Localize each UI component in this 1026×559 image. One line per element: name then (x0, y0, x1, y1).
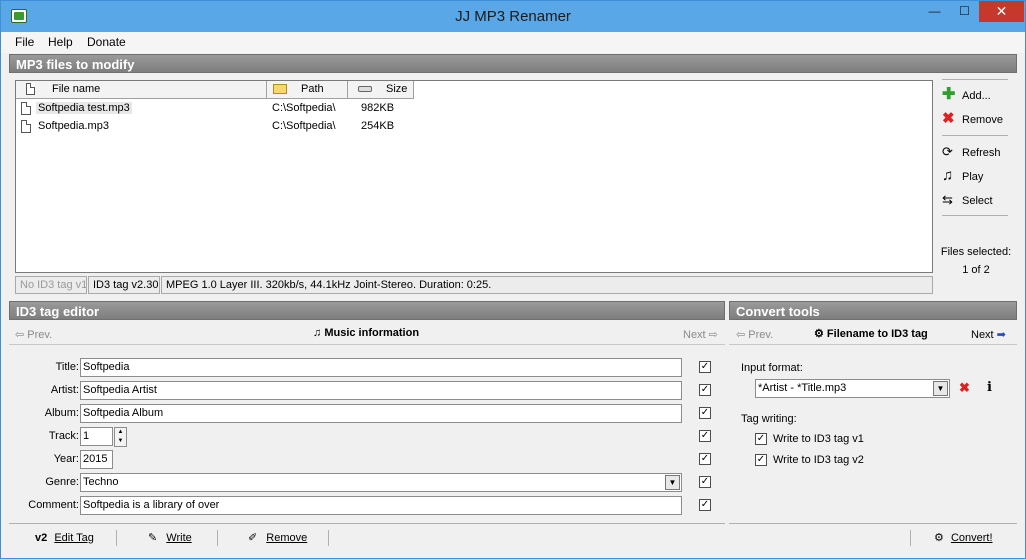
write-v2-checkbox[interactable]: ✓ (755, 454, 767, 466)
edit-tag-button[interactable]: v2 Edit Tag (35, 528, 94, 548)
year-checkbox[interactable]: ✓ (699, 453, 711, 465)
app-window: JJ MP3 Renamer — ☐ ✕ File Help Donate MP… (0, 0, 1026, 559)
divider (942, 215, 1008, 216)
select-icon: ⇆ (942, 192, 953, 207)
maximize-button[interactable]: ☐ (951, 1, 978, 22)
list-item[interactable]: Softpedia.mp3 C:\Softpedia\ 254KB (20, 119, 420, 135)
input-format-label: Input format: (741, 362, 803, 374)
divider (729, 523, 1017, 524)
genre-checkbox[interactable]: ✓ (699, 476, 711, 488)
divider (910, 530, 911, 546)
menu-donate[interactable]: Donate (87, 35, 126, 49)
id3-next-button[interactable]: Next ⇨ (683, 328, 718, 341)
id3-editor-panel: Title: Softpedia ✓ Artist: Softpedia Art… (9, 344, 725, 520)
gears-icon: ⚙ (814, 328, 827, 340)
comment-label: Comment: (28, 499, 79, 511)
year-label: Year: (53, 453, 79, 465)
clear-format-icon[interactable]: ✖ (959, 380, 970, 396)
music-info-heading: ♫ Music information (313, 327, 420, 339)
track-field[interactable]: 1 (80, 427, 113, 446)
write-v1-checkbox[interactable]: ✓ (755, 433, 767, 445)
column-header-size[interactable]: Size (348, 81, 414, 99)
id3-prev-button[interactable]: ⇦ Prev. (15, 328, 52, 341)
artist-checkbox[interactable]: ✓ (699, 384, 711, 396)
chevron-down-icon[interactable]: ▼ (933, 381, 948, 396)
write-v2-label: Write to ID3 tag v2 (773, 454, 864, 466)
write-v1-label: Write to ID3 tag v1 (773, 433, 864, 445)
year-field[interactable]: 2015 (80, 450, 113, 469)
menu-file[interactable]: File (15, 35, 34, 49)
convert-button[interactable]: ⚙ Convert! (934, 528, 993, 548)
divider (9, 523, 725, 524)
files-section-header: MP3 files to modify (9, 54, 1017, 73)
convert-mode-heading: ⚙ Filename to ID3 tag (814, 328, 928, 340)
convert-tools-header: Convert tools (729, 301, 1017, 320)
mp3-file-icon (21, 102, 31, 115)
convert-prev-button[interactable]: ⇦ Prev. (736, 328, 773, 341)
minimize-button[interactable]: — (921, 1, 948, 22)
title-field[interactable]: Softpedia (80, 358, 682, 377)
files-selected-count: 1 of 2 (962, 264, 990, 276)
file-icon (26, 83, 35, 95)
arrow-right-icon: ➡ (993, 329, 1006, 341)
window-title: JJ MP3 Renamer (455, 8, 571, 25)
file-list[interactable]: File name Path Size Softpedia test.mp3 C… (15, 80, 933, 273)
track-stepper[interactable]: ▲ ▼ (114, 427, 127, 447)
title-checkbox[interactable]: ✓ (699, 361, 711, 373)
divider (328, 530, 329, 546)
mp3-file-icon (21, 120, 31, 133)
tag-writing-label: Tag writing: (741, 413, 797, 425)
close-button[interactable]: ✕ (979, 1, 1024, 22)
comment-checkbox[interactable]: ✓ (699, 499, 711, 511)
id3-editor-header: ID3 tag editor (9, 301, 725, 320)
list-item[interactable]: Softpedia test.mp3 C:\Softpedia\ 982KB (20, 101, 420, 117)
column-header-path[interactable]: Path (267, 81, 348, 99)
disk-icon (358, 86, 372, 92)
write-button[interactable]: ✎ Write (148, 528, 192, 548)
arrow-right-icon: ⇨ (705, 329, 718, 341)
album-checkbox[interactable]: ✓ (699, 407, 711, 419)
artist-field[interactable]: Softpedia Artist (80, 381, 682, 400)
divider (217, 530, 218, 546)
gears-icon: ⚙ (934, 532, 944, 544)
info-icon[interactable]: i (987, 380, 992, 395)
menu-bar: File Help Donate (1, 32, 1025, 53)
status-tag-v2: ID3 tag v2.30 (88, 276, 160, 294)
pen-icon: ✎ (148, 532, 158, 544)
files-selected-label: Files selected: (940, 246, 1012, 258)
refresh-icon: ⟳ (942, 144, 953, 159)
convert-next-button[interactable]: Next ➡ (971, 328, 1006, 341)
eraser-icon: ✐ (248, 532, 258, 544)
title-bar: JJ MP3 Renamer — ☐ ✕ (1, 1, 1025, 32)
artist-label: Artist: (50, 384, 79, 396)
genre-label: Genre: (45, 476, 79, 488)
album-label: Album: (44, 407, 79, 419)
track-label: Track: (48, 430, 79, 442)
arrow-left-icon: ⇦ (736, 329, 749, 341)
input-format-select[interactable]: *Artist - *Title.mp3 ▼ (755, 379, 950, 398)
menu-help[interactable]: Help (48, 35, 73, 49)
music-note-icon: ♫ (942, 167, 954, 184)
comment-field[interactable]: Softpedia is a library of over (80, 496, 682, 515)
arrow-left-icon: ⇦ (15, 329, 28, 341)
title-label: Title: (55, 361, 79, 373)
album-field[interactable]: Softpedia Album (80, 404, 682, 423)
chevron-down-icon[interactable]: ▼ (665, 475, 680, 490)
column-header-filename[interactable]: File name (16, 81, 267, 99)
divider (116, 530, 117, 546)
divider (942, 135, 1008, 136)
close-icon: ✖ (942, 110, 955, 127)
v2-badge: v2 (35, 532, 48, 544)
status-audio-info: MPEG 1.0 Layer III. 320kb/s, 44.1kHz Joi… (161, 276, 933, 294)
plus-icon: ✚ (942, 86, 956, 103)
convert-panel: Input format: *Artist - *Title.mp3 ▼ ✖ i… (729, 344, 1017, 520)
divider (942, 79, 1008, 80)
status-tag-v1: No ID3 tag v1 (15, 276, 87, 294)
track-checkbox[interactable]: ✓ (699, 430, 711, 442)
genre-select[interactable]: Techno ▼ (80, 473, 682, 492)
remove-tag-button[interactable]: ✐ Remove (248, 528, 307, 548)
music-note-icon: ♫ (313, 327, 325, 339)
folder-icon (273, 84, 287, 94)
